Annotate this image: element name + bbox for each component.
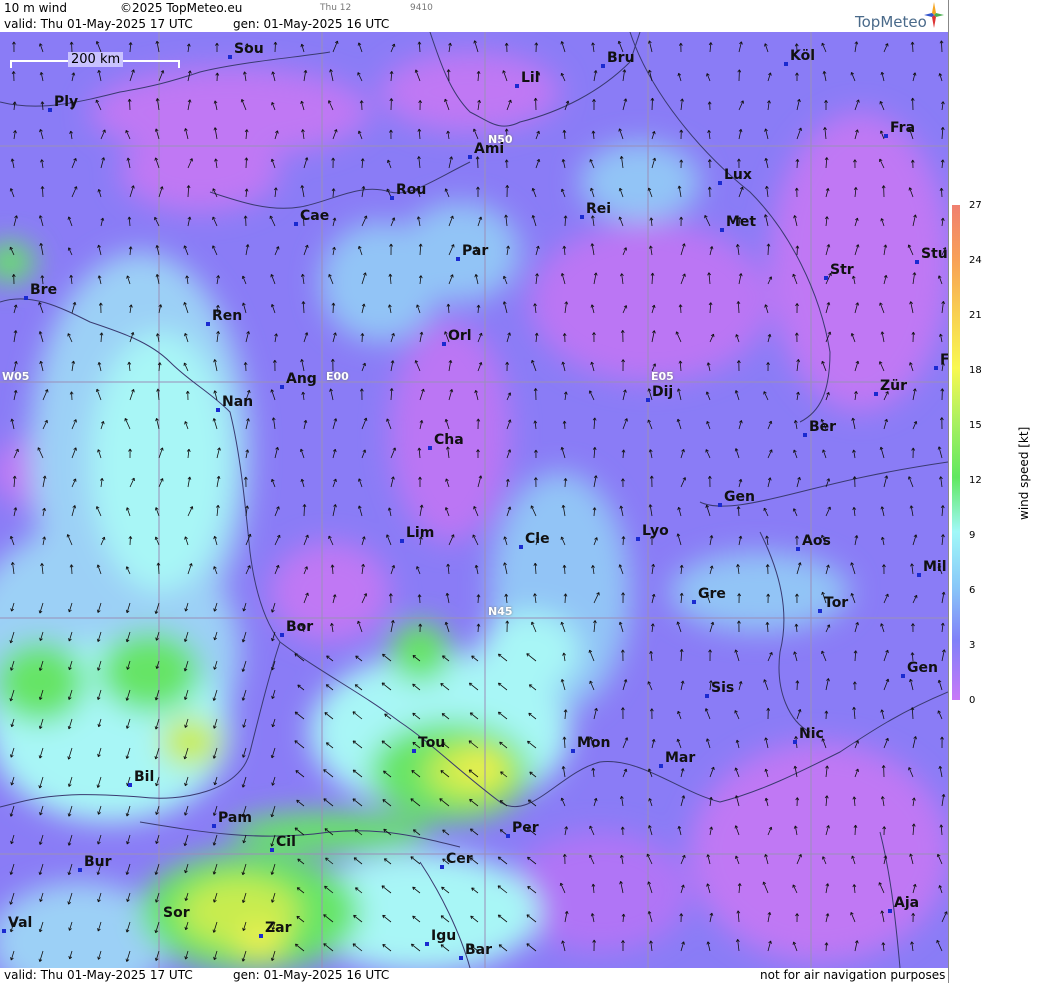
run-code: 9410 xyxy=(410,3,433,13)
legend-tick: 18 xyxy=(969,365,982,376)
city-label[interactable]: Bar xyxy=(459,942,492,960)
legend-tick: 12 xyxy=(969,475,982,486)
city-label[interactable]: Sou xyxy=(228,41,264,59)
coord-label: E05 xyxy=(651,370,674,383)
run-tab: Thu 12 xyxy=(320,3,352,13)
legend-tick: 27 xyxy=(969,200,982,211)
legend-tick: 3 xyxy=(969,640,976,651)
legend-tick: 0 xyxy=(969,695,976,706)
city-label[interactable]: Mon xyxy=(571,735,611,753)
legend-tick: 9 xyxy=(969,530,976,541)
city-label[interactable]: Ber xyxy=(803,419,836,437)
coord-label: E00 xyxy=(326,370,349,383)
city-label[interactable]: Cae xyxy=(294,208,329,226)
city-label[interactable]: Zar xyxy=(259,920,292,938)
city-label[interactable]: Tou xyxy=(412,735,445,753)
wind-map[interactable]: 200 km N50 E00 E05 W05 N45 Sou Ply Lil B… xyxy=(0,32,948,968)
product-title: 10 m wind xyxy=(4,1,67,15)
city-label[interactable]: Aos xyxy=(796,533,831,551)
legend-title: wind speed [kt] xyxy=(1017,426,1031,520)
city-label[interactable]: Gen xyxy=(901,660,938,678)
topmeteo-logo: TopMeteo xyxy=(855,13,927,31)
footer-disclaimer: not for air navigation purposes xyxy=(760,968,946,982)
city-label[interactable]: Stu xyxy=(915,246,948,264)
city-label[interactable]: Sis xyxy=(705,680,734,698)
city-label[interactable]: Mar xyxy=(659,750,695,768)
valid-time: valid: Thu 01-May-2025 17 UTC xyxy=(4,17,193,31)
city-label[interactable]: Val xyxy=(2,915,32,933)
legend-tick: 21 xyxy=(969,310,982,321)
coord-label: N45 xyxy=(488,605,513,618)
city-label[interactable]: Gen xyxy=(718,489,755,507)
city-label[interactable]: Mil xyxy=(917,559,947,577)
city-label[interactable]: Tor xyxy=(818,595,848,613)
compass-star-icon xyxy=(924,2,944,28)
city-label[interactable]: Bil xyxy=(128,769,154,787)
footer-valid: valid: Thu 01-May-2025 17 UTC xyxy=(4,968,193,982)
city-label[interactable]: Lil xyxy=(515,70,540,88)
city-label[interactable]: Gre xyxy=(692,586,726,604)
city-label[interactable]: Igu xyxy=(425,928,456,946)
coord-label: W05 xyxy=(2,370,30,383)
city-label[interactable]: Orl xyxy=(442,328,472,346)
city-label[interactable]: Lyo xyxy=(636,523,669,541)
legend-tick: 24 xyxy=(969,255,982,266)
wind-speed-field xyxy=(0,32,948,968)
city-label[interactable]: Cer xyxy=(440,851,473,869)
city-label[interactable]: Lux xyxy=(718,167,752,185)
city-label[interactable]: Nan xyxy=(216,394,253,412)
scale-bar: 200 km xyxy=(10,52,180,70)
city-label[interactable]: Zür xyxy=(874,378,907,396)
city-label[interactable]: Str xyxy=(824,262,854,280)
city-label[interactable]: Par xyxy=(456,243,488,261)
copyright: ©2025 TopMeteo.eu xyxy=(120,1,243,15)
city-label[interactable]: Met xyxy=(720,214,756,232)
city-label[interactable]: Aja xyxy=(888,895,919,913)
city-label[interactable]: Fra xyxy=(884,120,915,138)
city-label[interactable]: Bru xyxy=(601,50,635,68)
city-label[interactable]: Rou xyxy=(390,182,426,200)
header-bar: 10 m wind ©2025 TopMeteo.eu Thu 12 9410 … xyxy=(0,0,948,32)
scale-label: 200 km xyxy=(68,52,124,67)
footer-bar: valid: Thu 01-May-2025 17 UTC gen: 01-Ma… xyxy=(0,968,948,983)
city-label[interactable]: Dij xyxy=(646,384,673,402)
legend-color-bar xyxy=(952,205,960,700)
city-label[interactable]: Bur xyxy=(78,854,112,872)
city-label[interactable]: Köl xyxy=(784,48,815,66)
city-label[interactable]: Bor xyxy=(280,619,313,637)
legend-tick: 15 xyxy=(969,420,982,431)
city-label[interactable]: Per xyxy=(506,820,539,838)
legend-tick: 6 xyxy=(969,585,976,596)
city-label[interactable]: Pam xyxy=(212,810,252,828)
city-label[interactable]: F xyxy=(934,352,948,370)
city-label[interactable]: Ren xyxy=(206,308,242,326)
city-label[interactable]: Ami xyxy=(468,141,504,159)
city-label[interactable]: Rei xyxy=(580,201,611,219)
city-label[interactable]: Sor xyxy=(163,905,190,921)
city-label[interactable]: Lim xyxy=(400,525,434,543)
footer-gen: gen: 01-May-2025 16 UTC xyxy=(233,968,390,982)
city-label[interactable]: Cle xyxy=(519,531,550,549)
city-label[interactable]: Bre xyxy=(24,282,57,300)
city-label[interactable]: Ply xyxy=(48,94,78,112)
color-legend: 27 24 21 18 15 12 9 6 3 0 wind speed [kt… xyxy=(948,0,1039,983)
city-label[interactable]: Ang xyxy=(280,371,317,389)
city-label[interactable]: Nic xyxy=(793,726,824,744)
city-label[interactable]: Cil xyxy=(270,834,296,852)
gen-time: gen: 01-May-2025 16 UTC xyxy=(233,17,390,31)
city-label[interactable]: Cha xyxy=(428,432,464,450)
